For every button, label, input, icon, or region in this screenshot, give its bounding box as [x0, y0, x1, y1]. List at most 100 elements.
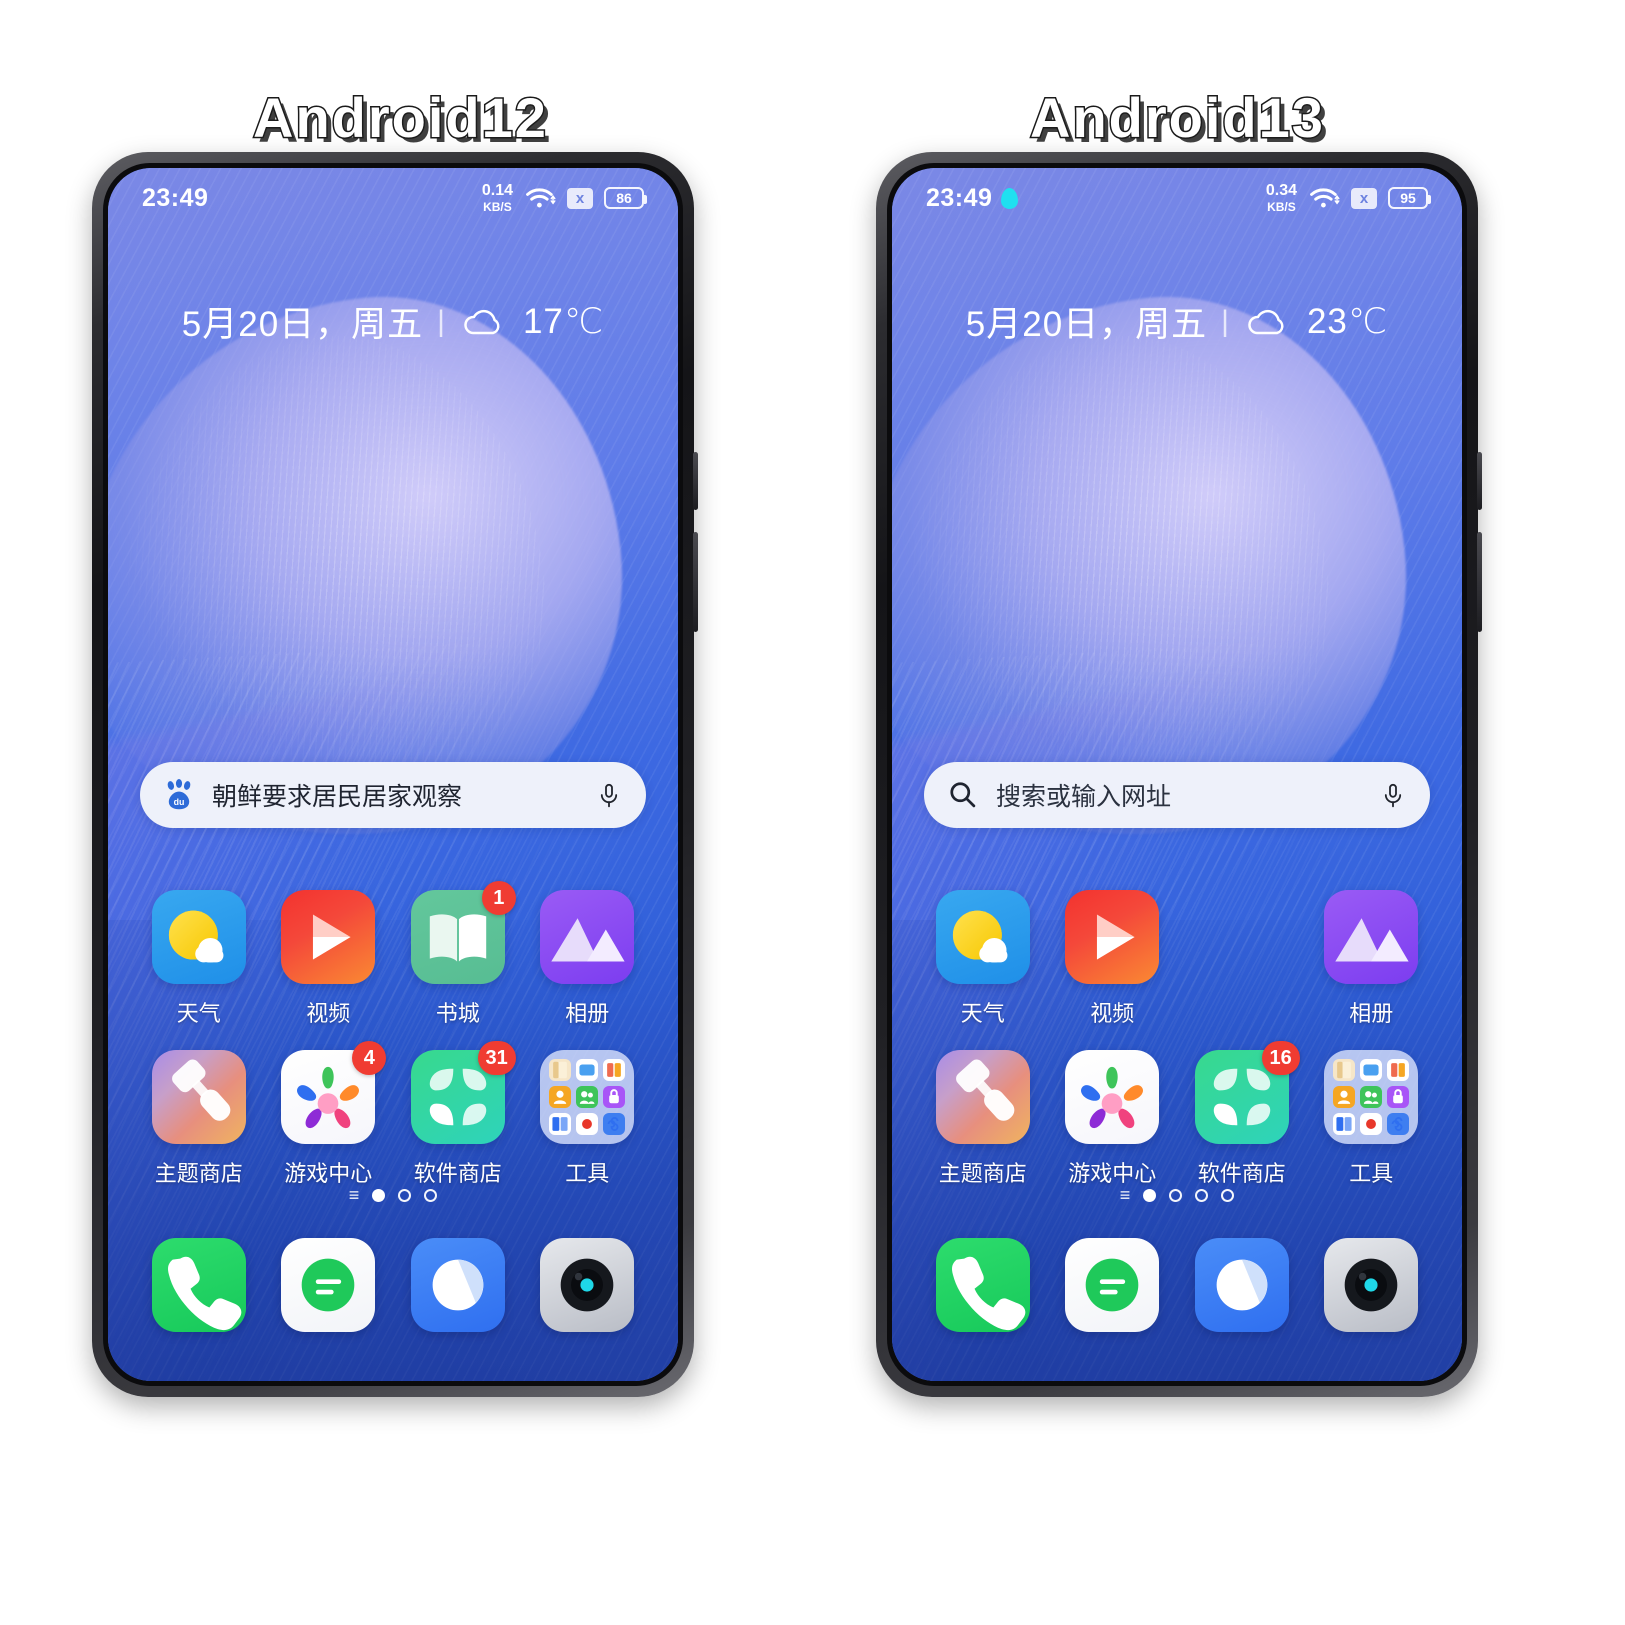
- page-dot[interactable]: [424, 1188, 438, 1202]
- page-dot[interactable]: [398, 1188, 412, 1202]
- power-button[interactable]: [693, 452, 698, 510]
- power-button[interactable]: [1477, 452, 1482, 510]
- app-cell[interactable]: 天气: [134, 868, 264, 1028]
- page-menu-icon[interactable]: ≡: [349, 1186, 360, 1204]
- page-dot[interactable]: [1143, 1188, 1157, 1202]
- cloud-icon: [1243, 302, 1293, 342]
- microphone-icon[interactable]: [1378, 778, 1408, 812]
- app-label: 相册: [1349, 1001, 1394, 1026]
- app-label: 软件商店: [1197, 1161, 1286, 1186]
- search-bar[interactable]: 搜索或输入网址: [924, 762, 1430, 828]
- volume-button[interactable]: [693, 532, 698, 632]
- theme-store-icon[interactable]: [935, 1050, 1030, 1144]
- app-cell[interactable]: 16 软件商店: [1177, 1028, 1307, 1188]
- status-bar-left: 23:49: [142, 184, 208, 213]
- phone-screen: 23:49 0.14 KB/S x 86 5月20日，周五 | 17℃ du 朝鲜要求居民居家观察…: [108, 168, 678, 1381]
- search-input[interactable]: 搜索或输入网址: [996, 777, 1378, 813]
- volume-button[interactable]: [1477, 532, 1482, 632]
- page-dot[interactable]: [1169, 1188, 1183, 1202]
- app-cell[interactable]: 相册: [523, 868, 653, 1028]
- theme-store-icon[interactable]: [151, 1050, 246, 1144]
- caption-android12: Android12: [252, 85, 548, 151]
- app-row: 天气 视频 1 书城 相册: [134, 868, 652, 1028]
- svg-text:du: du: [174, 797, 185, 807]
- status-bar-right: 0.34 KB/S x 95: [1265, 182, 1431, 214]
- app-cell[interactable]: 相册: [1307, 868, 1437, 1028]
- phone-icon[interactable]: [151, 1238, 246, 1332]
- battery-indicator: 86: [604, 187, 647, 209]
- search-bar[interactable]: du 朝鲜要求居民居家观察: [140, 762, 646, 828]
- app-label: 天气: [176, 1001, 221, 1026]
- weather-icon[interactable]: [935, 890, 1030, 984]
- status-bar-left: 23:49: [926, 183, 1019, 213]
- app-grid: 天气 视频 相册主题商店 游戏中心 16 软件商店 工具: [892, 868, 1462, 1188]
- network-speed-value: 0.34: [1265, 182, 1297, 199]
- microphone-icon[interactable]: [594, 778, 624, 812]
- app-cell[interactable]: 1 书城: [393, 868, 523, 1028]
- tools-folder-icon[interactable]: [1324, 1050, 1419, 1144]
- no-sim-x-icon: x: [567, 187, 593, 209]
- app-cell[interactable]: 视频: [264, 868, 394, 1028]
- app-label: 游戏中心: [284, 1161, 373, 1186]
- camera-icon[interactable]: [540, 1238, 635, 1332]
- baidu-paw-icon[interactable]: du: [162, 778, 196, 812]
- app-cell[interactable]: 工具: [1307, 1028, 1437, 1188]
- album-icon[interactable]: [540, 890, 635, 984]
- app-cell[interactable]: 4 游戏中心: [264, 1028, 394, 1188]
- app-label: 视频: [306, 1001, 351, 1026]
- album-icon[interactable]: [1324, 890, 1419, 984]
- app-cell[interactable]: 主题商店: [918, 1028, 1048, 1188]
- app-cell[interactable]: 天气: [918, 868, 1048, 1028]
- notification-badge: 31: [477, 1041, 516, 1075]
- page-dot[interactable]: [1195, 1188, 1209, 1202]
- page-dot[interactable]: [1221, 1188, 1235, 1202]
- wifi-icon: [1308, 186, 1340, 210]
- page-indicator: ≡: [108, 1186, 678, 1204]
- app-label: 视频: [1090, 1001, 1135, 1026]
- app-row: 主题商店 游戏中心 16 软件商店 工具: [918, 1028, 1436, 1188]
- app-cell[interactable]: 视频: [1048, 868, 1178, 1028]
- app-store-icon[interactable]: 31: [410, 1041, 516, 1144]
- weather-widget[interactable]: 5月20日，周五 | 17℃: [108, 296, 678, 347]
- app-cell[interactable]: 游戏中心: [1048, 1028, 1178, 1188]
- app-row: 主题商店 4 游戏中心 31 软件商店 工具: [134, 1028, 652, 1188]
- browser-icon[interactable]: [410, 1238, 505, 1332]
- app-cell[interactable]: 工具: [523, 1028, 653, 1188]
- weather-widget[interactable]: 5月20日，周五 | 23℃: [892, 296, 1462, 347]
- weather-date: 5月20日，周五: [965, 305, 1208, 344]
- browser-icon[interactable]: [1194, 1238, 1289, 1332]
- tools-folder-icon[interactable]: [540, 1050, 635, 1144]
- game-center-icon[interactable]: [1065, 1050, 1160, 1144]
- app-label: 主题商店: [938, 1161, 1027, 1186]
- app-label: 主题商店: [154, 1161, 243, 1186]
- bookstore-icon[interactable]: 1: [410, 881, 516, 984]
- network-speed-value: 0.14: [481, 182, 513, 199]
- app-cell[interactable]: 主题商店: [134, 1028, 264, 1188]
- phone-android13: 23:49 0.34 KB/S x 95 5月20日，周五 | 23℃ 搜索或输入网址天气 视频 相…: [876, 152, 1482, 1397]
- search-input[interactable]: 朝鲜要求居民居家观察: [212, 777, 594, 813]
- video-icon[interactable]: [1065, 890, 1160, 984]
- cloud-icon: [459, 302, 509, 342]
- video-icon[interactable]: [281, 890, 376, 984]
- status-bar-right: 0.14 KB/S x 86: [481, 182, 647, 214]
- app-cell[interactable]: 31 软件商店: [393, 1028, 523, 1188]
- app-store-icon[interactable]: 16: [1194, 1041, 1300, 1144]
- notification-badge: 4: [352, 1041, 387, 1075]
- app-label: 软件商店: [413, 1161, 502, 1186]
- messages-icon[interactable]: [1065, 1238, 1160, 1332]
- app-label: 游戏中心: [1068, 1161, 1157, 1186]
- magnifier-icon[interactable]: [946, 778, 980, 812]
- game-center-icon[interactable]: 4: [281, 1041, 387, 1144]
- phone-icon[interactable]: [935, 1238, 1030, 1332]
- page-dot[interactable]: [372, 1188, 386, 1202]
- wifi-icon: [524, 186, 556, 210]
- status-clock: 23:49: [926, 183, 993, 212]
- camera-icon[interactable]: [1324, 1238, 1419, 1332]
- page-menu-icon[interactable]: ≡: [1120, 1186, 1131, 1204]
- weather-icon[interactable]: [151, 890, 246, 984]
- messages-icon[interactable]: [281, 1238, 376, 1332]
- comparison-stage: Android12 Android13 23:49 0.14 KB/S x 86 5月20…: [0, 0, 1625, 1625]
- network-speed: 0.14 KB/S: [481, 182, 513, 214]
- network-speed-unit: KB/S: [1267, 200, 1296, 214]
- status-bar: 23:49 0.14 KB/S x 86: [108, 168, 678, 228]
